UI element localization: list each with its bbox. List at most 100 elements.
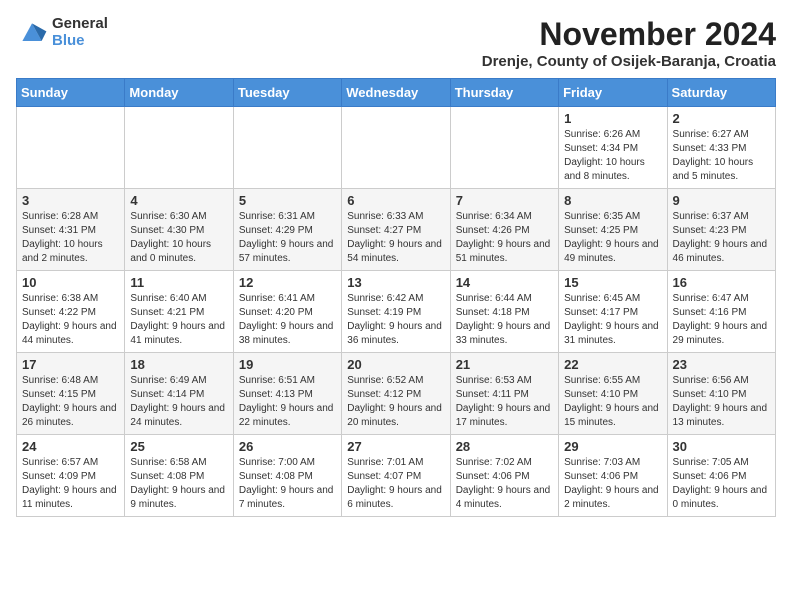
day-info: Sunrise: 6:47 AM Sunset: 4:16 PM Dayligh… [673, 292, 770, 348]
calendar-week-row: 24 Sunrise: 6:57 AM Sunset: 4:09 PM Dayli… [17, 435, 776, 517]
day-info: Sunrise: 6:37 AM Sunset: 4:23 PM Dayligh… [673, 210, 770, 266]
day-info: Sunrise: 7:00 AM Sunset: 4:08 PM Dayligh… [239, 456, 336, 512]
calendar-cell: 10 Sunrise: 6:38 AM Sunset: 4:22 PM Dayli… [17, 271, 125, 353]
day-number: 5 [239, 193, 336, 208]
calendar-cell: 28 Sunrise: 7:02 AM Sunset: 4:06 PM Dayli… [450, 435, 558, 517]
day-number: 27 [347, 439, 444, 454]
day-number: 11 [130, 275, 227, 290]
day-number: 30 [673, 439, 770, 454]
day-info: Sunrise: 6:27 AM Sunset: 4:33 PM Dayligh… [673, 128, 770, 184]
day-number: 7 [456, 193, 553, 208]
title-area: November 2024 Drenje, County of Osijek-B… [482, 16, 776, 70]
calendar-cell: 25Sunrise: 6:58 AM Sunset: 4:08 PM Dayli… [125, 435, 233, 517]
day-header-tuesday: Tuesday [233, 79, 341, 107]
header: General Blue November 2024 Drenje, Count… [16, 16, 776, 70]
day-info: Sunrise: 6:40 AM Sunset: 4:21 PM Dayligh… [130, 292, 227, 348]
day-info: Sunrise: 7:01 AM Sunset: 4:07 PM Dayligh… [347, 456, 444, 512]
day-number: 16 [673, 275, 770, 290]
day-info: Sunrise: 6:38 AM Sunset: 4:22 PM Dayligh… [22, 292, 119, 348]
calendar-header-row: SundayMondayTuesdayWednesdayThursdayFrid… [17, 79, 776, 107]
calendar-week-row: 17 Sunrise: 6:48 AM Sunset: 4:15 PM Dayli… [17, 353, 776, 435]
day-number: 1 [564, 111, 661, 126]
day-number: 8 [564, 193, 661, 208]
calendar-cell: 13 Sunrise: 6:42 AM Sunset: 4:19 PM Dayli… [342, 271, 450, 353]
day-info: Sunrise: 6:44 AM Sunset: 4:18 PM Dayligh… [456, 292, 553, 348]
calendar-cell: 18 Sunrise: 6:49 AM Sunset: 4:14 PM Dayli… [125, 353, 233, 435]
calendar-cell: 17 Sunrise: 6:48 AM Sunset: 4:15 PM Dayli… [17, 353, 125, 435]
day-info: Sunrise: 6:41 AM Sunset: 4:20 PM Dayligh… [239, 292, 336, 348]
calendar-cell [342, 107, 450, 189]
day-number: 26 [239, 439, 336, 454]
day-header-thursday: Thursday [450, 79, 558, 107]
calendar-cell: 15 Sunrise: 6:45 AM Sunset: 4:17 PM Dayli… [559, 271, 667, 353]
day-info: Sunrise: 7:03 AM Sunset: 4:06 PM Dayligh… [564, 456, 661, 512]
day-info: Sunrise: 6:52 AM Sunset: 4:12 PM Dayligh… [347, 374, 444, 430]
month-title: November 2024 [482, 16, 776, 53]
calendar-cell: 7 Sunrise: 6:34 AM Sunset: 4:26 PM Daylig… [450, 189, 558, 271]
calendar-cell: 8Sunrise: 6:35 AM Sunset: 4:25 PM Daylig… [559, 189, 667, 271]
day-number: 13 [347, 275, 444, 290]
day-number: 6 [347, 193, 444, 208]
calendar-cell [450, 107, 558, 189]
day-number: 10 [22, 275, 119, 290]
calendar-cell: 9 Sunrise: 6:37 AM Sunset: 4:23 PM Daylig… [667, 189, 775, 271]
day-info: Sunrise: 6:31 AM Sunset: 4:29 PM Dayligh… [239, 210, 336, 266]
day-info: Sunrise: 7:05 AM Sunset: 4:06 PM Dayligh… [673, 456, 770, 512]
day-info: Sunrise: 6:48 AM Sunset: 4:15 PM Dayligh… [22, 374, 119, 430]
day-number: 4 [130, 193, 227, 208]
day-info: Sunrise: 6:34 AM Sunset: 4:26 PM Dayligh… [456, 210, 553, 266]
day-number: 3 [22, 193, 119, 208]
day-info: Sunrise: 7:02 AM Sunset: 4:06 PM Dayligh… [456, 456, 553, 512]
day-info: Sunrise: 6:57 AM Sunset: 4:09 PM Dayligh… [22, 456, 119, 512]
day-info: Sunrise: 6:26 AM Sunset: 4:34 PM Dayligh… [564, 128, 661, 184]
day-number: 20 [347, 357, 444, 372]
day-number: 2 [673, 111, 770, 126]
calendar-cell: 2 Sunrise: 6:27 AM Sunset: 4:33 PM Daylig… [667, 107, 775, 189]
calendar-cell [17, 107, 125, 189]
day-number: 19 [239, 357, 336, 372]
calendar-cell: 16 Sunrise: 6:47 AM Sunset: 4:16 PM Dayli… [667, 271, 775, 353]
day-info: Sunrise: 6:53 AM Sunset: 4:11 PM Dayligh… [456, 374, 553, 430]
day-number: 21 [456, 357, 553, 372]
day-number: 18 [130, 357, 227, 372]
calendar-cell: 4 Sunrise: 6:30 AM Sunset: 4:30 PM Daylig… [125, 189, 233, 271]
day-info: Sunrise: 6:51 AM Sunset: 4:13 PM Dayligh… [239, 374, 336, 430]
day-info: Sunrise: 6:42 AM Sunset: 4:19 PM Dayligh… [347, 292, 444, 348]
calendar-cell: 21 Sunrise: 6:53 AM Sunset: 4:11 PM Dayli… [450, 353, 558, 435]
day-number: 29 [564, 439, 661, 454]
day-info: Sunrise: 6:30 AM Sunset: 4:30 PM Dayligh… [130, 210, 227, 266]
day-number: 17 [22, 357, 119, 372]
calendar-week-row: 1 Sunrise: 6:26 AM Sunset: 4:34 PM Daylig… [17, 107, 776, 189]
day-info: Sunrise: 6:58 AM Sunset: 4:08 PM Dayligh… [130, 456, 227, 512]
day-header-sunday: Sunday [17, 79, 125, 107]
location-title: Drenje, County of Osijek-Baranja, Croati… [482, 53, 776, 70]
logo-general: General [52, 16, 108, 33]
calendar-cell: 3 Sunrise: 6:28 AM Sunset: 4:31 PM Daylig… [17, 189, 125, 271]
calendar-cell: 29 Sunrise: 7:03 AM Sunset: 4:06 PM Dayli… [559, 435, 667, 517]
day-header-saturday: Saturday [667, 79, 775, 107]
calendar-cell: 6Sunrise: 6:33 AM Sunset: 4:27 PM Daylig… [342, 189, 450, 271]
calendar-cell [233, 107, 341, 189]
day-info: Sunrise: 6:28 AM Sunset: 4:31 PM Dayligh… [22, 210, 119, 266]
logo: General Blue [16, 16, 108, 49]
day-header-friday: Friday [559, 79, 667, 107]
calendar-cell: 20 Sunrise: 6:52 AM Sunset: 4:12 PM Dayli… [342, 353, 450, 435]
logo-blue: Blue [52, 33, 108, 50]
calendar-cell: 14Sunrise: 6:44 AM Sunset: 4:18 PM Dayli… [450, 271, 558, 353]
calendar-cell [125, 107, 233, 189]
day-info: Sunrise: 6:49 AM Sunset: 4:14 PM Dayligh… [130, 374, 227, 430]
calendar-cell: 11 Sunrise: 6:40 AM Sunset: 4:21 PM Dayli… [125, 271, 233, 353]
day-info: Sunrise: 6:45 AM Sunset: 4:17 PM Dayligh… [564, 292, 661, 348]
day-number: 28 [456, 439, 553, 454]
day-number: 15 [564, 275, 661, 290]
calendar-cell: 30 Sunrise: 7:05 AM Sunset: 4:06 PM Dayli… [667, 435, 775, 517]
day-number: 9 [673, 193, 770, 208]
day-number: 12 [239, 275, 336, 290]
calendar-cell: 22Sunrise: 6:55 AM Sunset: 4:10 PM Dayli… [559, 353, 667, 435]
day-number: 24 [22, 439, 119, 454]
day-number: 23 [673, 357, 770, 372]
calendar-cell: 27 Sunrise: 7:01 AM Sunset: 4:07 PM Dayli… [342, 435, 450, 517]
day-number: 22 [564, 357, 661, 372]
logo-text: General Blue [52, 16, 108, 49]
calendar-week-row: 3 Sunrise: 6:28 AM Sunset: 4:31 PM Daylig… [17, 189, 776, 271]
